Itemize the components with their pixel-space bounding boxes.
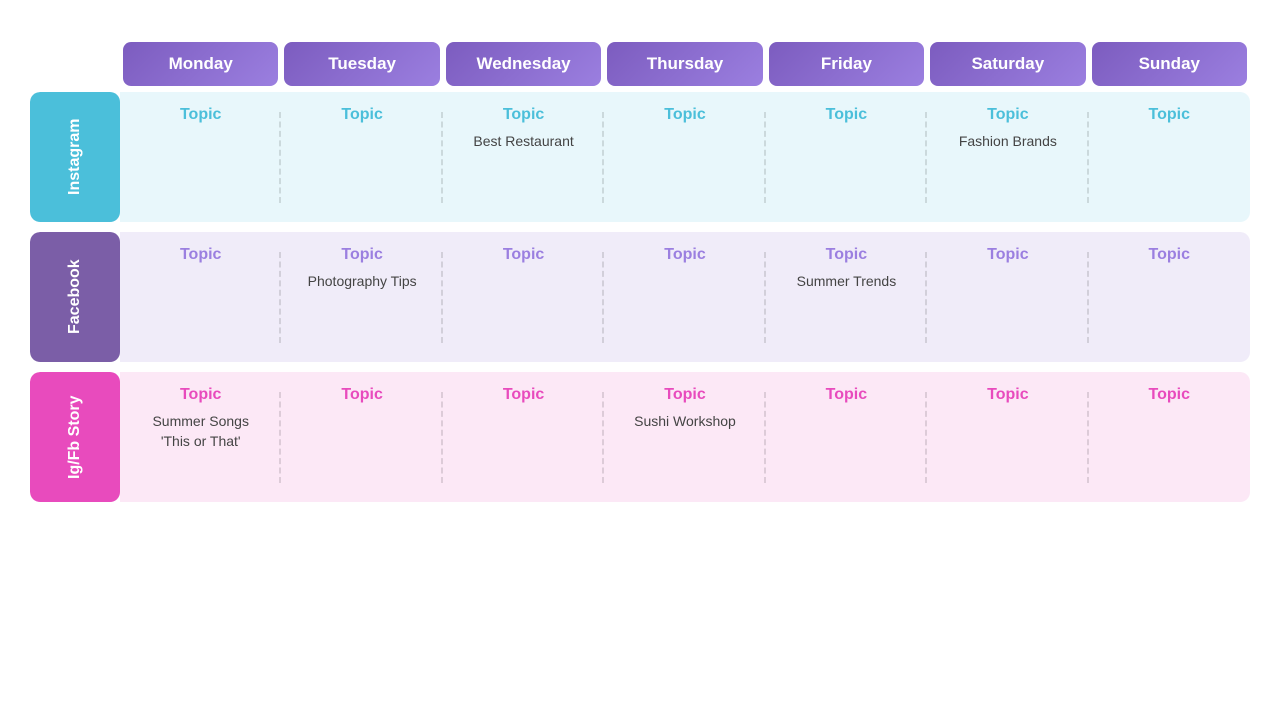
topic-label-igfb-3: Topic [664, 386, 705, 404]
section-cells-facebook: TopicTopicPhotography TipsTopicTopicTopi… [120, 232, 1250, 362]
day-header-wednesday: Wednesday [446, 42, 601, 86]
cell-content-instagram-2: Best Restaurant [473, 132, 573, 152]
cell-facebook-friday[interactable]: Topic Summer Trends [766, 232, 927, 362]
cell-igfb-sunday[interactable]: Topic [1089, 372, 1250, 502]
sections: InstagramTopicTopicTopicBest RestaurantT… [30, 92, 1250, 502]
topic-label-facebook-2: Topic [503, 246, 544, 264]
topic-label-instagram-3: Topic [664, 106, 705, 124]
day-header-thursday: Thursday [607, 42, 762, 86]
topic-label-facebook-1: Topic [341, 246, 382, 264]
cell-instagram-monday[interactable]: Topic [120, 92, 281, 222]
cell-igfb-tuesday[interactable]: Topic [281, 372, 442, 502]
day-header-monday: Monday [123, 42, 278, 86]
topic-label-instagram-5: Topic [987, 106, 1028, 124]
cell-facebook-saturday[interactable]: Topic [927, 232, 1088, 362]
topic-label-instagram-2: Topic [503, 106, 544, 124]
cell-instagram-sunday[interactable]: Topic [1089, 92, 1250, 222]
cell-instagram-thursday[interactable]: Topic [604, 92, 765, 222]
cell-facebook-wednesday[interactable]: Topic [443, 232, 604, 362]
cell-igfb-friday[interactable]: Topic [766, 372, 927, 502]
cell-igfb-saturday[interactable]: Topic [927, 372, 1088, 502]
cell-facebook-thursday[interactable]: Topic [604, 232, 765, 362]
cell-igfb-thursday[interactable]: Topic Sushi Workshop [604, 372, 765, 502]
cell-content-facebook-1: Photography Tips [308, 272, 417, 292]
topic-label-facebook-3: Topic [664, 246, 705, 264]
cell-igfb-monday[interactable]: Topic Summer Songs 'This or That' [120, 372, 281, 502]
topic-label-igfb-2: Topic [503, 386, 544, 404]
calendar-container: MondayTuesdayWednesdayThursdayFridaySatu… [30, 42, 1250, 502]
section-label-igfb: Ig/Fb Story [30, 372, 120, 502]
header-spacer [30, 42, 120, 86]
topic-label-facebook-6: Topic [1149, 246, 1190, 264]
day-header-sunday: Sunday [1092, 42, 1247, 86]
topic-label-facebook-0: Topic [180, 246, 221, 264]
cell-content-igfb-0: Summer Songs 'This or That' [152, 412, 248, 451]
topic-label-igfb-1: Topic [341, 386, 382, 404]
topic-label-instagram-4: Topic [826, 106, 867, 124]
topic-label-igfb-5: Topic [987, 386, 1028, 404]
cell-instagram-friday[interactable]: Topic [766, 92, 927, 222]
section-cells-igfb: TopicSummer Songs 'This or That'TopicTop… [120, 372, 1250, 502]
topic-label-instagram-1: Topic [341, 106, 382, 124]
cell-content-facebook-4: Summer Trends [797, 272, 897, 292]
topic-label-instagram-0: Topic [180, 106, 221, 124]
cell-igfb-wednesday[interactable]: Topic [443, 372, 604, 502]
day-header-tuesday: Tuesday [284, 42, 439, 86]
topic-label-igfb-6: Topic [1149, 386, 1190, 404]
section-row-facebook: FacebookTopicTopicPhotography TipsTopicT… [30, 232, 1250, 362]
topic-label-instagram-6: Topic [1149, 106, 1190, 124]
cell-instagram-wednesday[interactable]: Topic Best Restaurant [443, 92, 604, 222]
cell-facebook-tuesday[interactable]: Topic Photography Tips [281, 232, 442, 362]
section-label-facebook: Facebook [30, 232, 120, 362]
section-row-igfb: Ig/Fb Story Topic Summer Songs 'This or Th… [30, 372, 1250, 502]
day-header-friday: Friday [769, 42, 924, 86]
cell-facebook-monday[interactable]: Topic [120, 232, 281, 362]
section-cells-instagram: TopicTopicTopicBest RestaurantTopicTopic… [120, 92, 1250, 222]
section-row-instagram: InstagramTopicTopicTopicBest RestaurantT… [30, 92, 1250, 222]
day-header-saturday: Saturday [930, 42, 1085, 86]
topic-label-igfb-0: Topic [180, 386, 221, 404]
topic-label-facebook-4: Topic [826, 246, 867, 264]
cell-facebook-sunday[interactable]: Topic [1089, 232, 1250, 362]
section-label-instagram: Instagram [30, 92, 120, 222]
cell-instagram-tuesday[interactable]: Topic [281, 92, 442, 222]
cell-instagram-saturday[interactable]: Topic Fashion Brands [927, 92, 1088, 222]
cell-content-instagram-5: Fashion Brands [959, 132, 1057, 152]
topic-label-igfb-4: Topic [826, 386, 867, 404]
topic-label-facebook-5: Topic [987, 246, 1028, 264]
header-row: MondayTuesdayWednesdayThursdayFridaySatu… [30, 42, 1250, 86]
cell-content-igfb-3: Sushi Workshop [634, 412, 736, 432]
